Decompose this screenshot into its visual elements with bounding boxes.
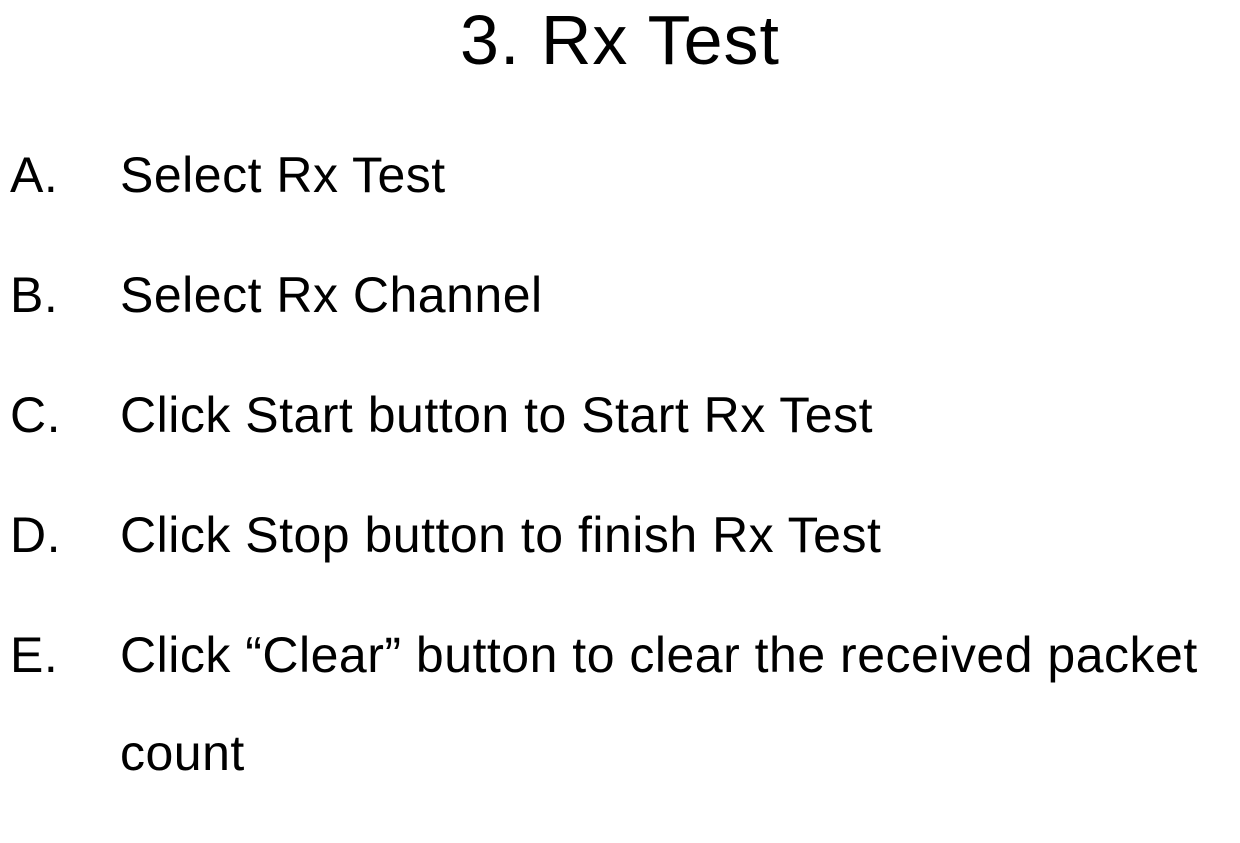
- list-text: Click “Clear” button to clear the receiv…: [120, 607, 1240, 802]
- list-marker: A.: [10, 140, 120, 210]
- list-marker: E.: [10, 620, 120, 802]
- list-item: C. Click Start button to Start Rx Test: [10, 380, 1240, 450]
- list-text: Click Stop button to finish Rx Test: [120, 500, 881, 570]
- page-title: 3. Rx Test: [0, 0, 1240, 80]
- instruction-list: A. Select Rx Test B. Select Rx Channel C…: [0, 140, 1240, 802]
- list-item: D. Click Stop button to finish Rx Test: [10, 500, 1240, 570]
- list-text: Select Rx Test: [120, 140, 446, 210]
- list-marker: B.: [10, 260, 120, 330]
- list-marker: C.: [10, 380, 120, 450]
- list-item: B. Select Rx Channel: [10, 260, 1240, 330]
- list-text: Select Rx Channel: [120, 260, 543, 330]
- list-item: A. Select Rx Test: [10, 140, 1240, 210]
- list-text: Click Start button to Start Rx Test: [120, 380, 873, 450]
- list-item: E. Click “Clear” button to clear the rec…: [10, 620, 1240, 802]
- list-marker: D.: [10, 500, 120, 570]
